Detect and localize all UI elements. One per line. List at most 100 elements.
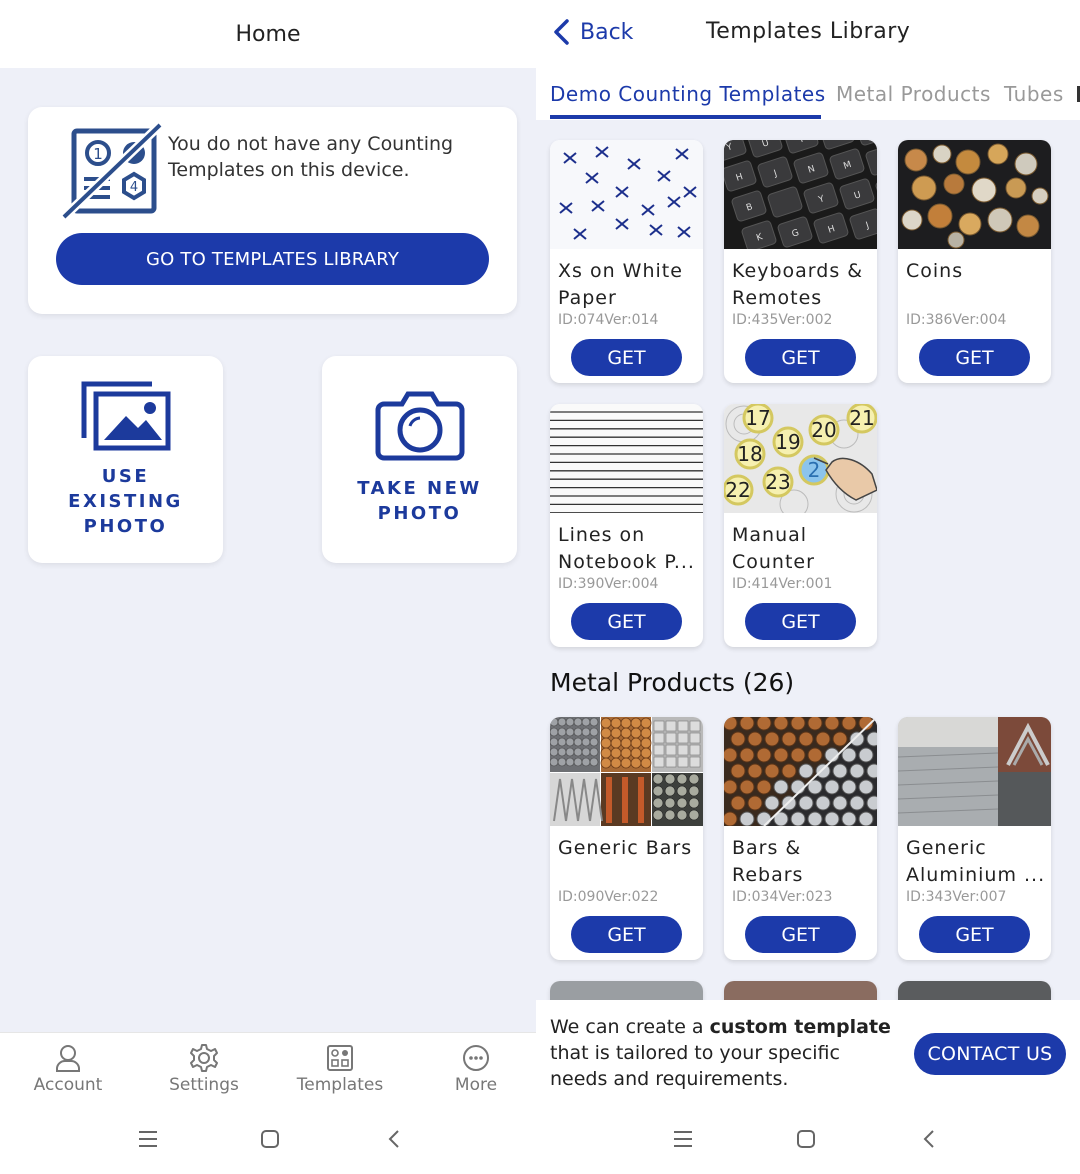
template-card: 17 20 21 19 18 22 23 2 Manual Counter ID:414Ver…: [724, 404, 877, 647]
page-title: Home: [235, 21, 301, 47]
aluminium-thumbnail: [898, 717, 1051, 826]
templates-scroll-area[interactable]: Xs on White Paper ID:074Ver:014 GET YUIK…: [536, 120, 1080, 1000]
contact-us-button[interactable]: CONTACT US: [914, 1033, 1066, 1075]
template-name: Coins: [906, 260, 964, 282]
template-id: ID:414Ver:001: [732, 576, 833, 592]
svg-text:21: 21: [849, 406, 874, 430]
template-id: ID:343Ver:007: [906, 889, 1007, 905]
template-card: Xs on White Paper ID:074Ver:014 GET: [550, 140, 703, 383]
empty-templates-card: 1 4 You do not have any Counting Templat…: [28, 107, 517, 314]
system-navigation-bar: [0, 1108, 536, 1174]
category-tabs: Demo Counting Templates Metal Products T…: [536, 68, 1080, 120]
get-button[interactable]: GET: [571, 603, 682, 640]
svg-text:18: 18: [737, 442, 762, 466]
tab-metal-products[interactable]: Metal Products: [836, 82, 991, 106]
template-id: ID:390Ver:004: [558, 576, 659, 592]
footer-text-bold: custom template: [709, 1016, 891, 1038]
nav-account-label: Account: [33, 1075, 103, 1095]
camera-icon: [375, 391, 464, 461]
svg-text:20: 20: [811, 418, 836, 442]
svg-text:4: 4: [130, 180, 138, 195]
template-name: Generic Bars: [558, 837, 693, 859]
take-new-photo-label: TAKE NEW PHOTO: [357, 478, 482, 524]
get-button[interactable]: GET: [919, 339, 1030, 376]
empty-message: You do not have any Counting Templates o…: [168, 133, 454, 181]
metal-products-section-title: Metal Products (26): [550, 668, 795, 697]
no-templates-icon: 1 4: [62, 123, 162, 219]
templates-library-screen: Back Templates Library Demo Counting Tem…: [536, 0, 1080, 1174]
more-dots-icon: [463, 1045, 489, 1071]
template-card: [724, 981, 877, 1000]
go-to-templates-library-button[interactable]: GO TO TEMPLATES LIBRARY: [56, 233, 489, 285]
tab-demo-counting-templates[interactable]: Demo Counting Templates: [550, 82, 826, 106]
home-header: Home: [0, 0, 536, 68]
back-system-icon[interactable]: [918, 1128, 940, 1150]
bars-collage-thumbnail: [550, 717, 703, 826]
nav-account[interactable]: Account: [13, 1043, 123, 1095]
templates-grid-icon: [327, 1045, 353, 1071]
nav-more[interactable]: More: [421, 1043, 531, 1095]
template-card: Generic Bars ID:090Ver:022 GET: [550, 717, 703, 960]
recent-apps-icon[interactable]: [137, 1128, 159, 1150]
template-card: Generic Aluminium ... ID:343Ver:007 GET: [898, 717, 1051, 960]
get-button[interactable]: GET: [745, 339, 856, 376]
nav-templates[interactable]: Templates: [285, 1043, 395, 1095]
template-id: ID:090Ver:022: [558, 889, 659, 905]
template-id: ID:074Ver:014: [558, 312, 659, 328]
page-title: Templates Library: [706, 19, 911, 44]
rebars-thumbnail: [724, 717, 877, 826]
person-icon: [56, 1045, 80, 1072]
template-card: [898, 981, 1051, 1000]
template-name: Lines on Notebook P...: [558, 524, 695, 573]
template-id: ID:386Ver:004: [906, 312, 1007, 328]
template-thumbnail: [724, 981, 877, 1000]
recent-apps-icon[interactable]: [672, 1128, 694, 1150]
library-header: Back Templates Library: [536, 0, 1080, 68]
back-system-icon[interactable]: [383, 1128, 405, 1150]
back-label: Back: [580, 19, 634, 45]
svg-text:19: 19: [775, 430, 800, 454]
use-existing-photo-label: USE EXISTING PHOTO: [68, 466, 183, 537]
use-existing-photo-tile[interactable]: USE EXISTING PHOTO: [28, 356, 223, 563]
gear-icon: [190, 1044, 218, 1072]
nav-settings-label: Settings: [169, 1075, 239, 1095]
back-button[interactable]: Back: [552, 18, 633, 46]
template-id: ID:034Ver:023: [732, 889, 833, 905]
active-tab-indicator: [550, 115, 821, 119]
svg-text:1: 1: [93, 145, 103, 163]
nav-settings[interactable]: Settings: [149, 1043, 259, 1095]
template-thumbnail: [898, 981, 1051, 1000]
get-button[interactable]: GET: [919, 916, 1030, 953]
footer-text-end: that is tailored to your specific needs …: [550, 1042, 840, 1090]
template-id: ID:435Ver:002: [732, 312, 833, 328]
svg-text:22: 22: [725, 478, 750, 502]
keyboard-thumbnail: YUIKGHJNMVBYUIKGHJN: [724, 140, 877, 249]
template-card: Coins ID:386Ver:004 GET: [898, 140, 1051, 383]
gallery-icon: [81, 381, 170, 451]
get-button[interactable]: GET: [745, 603, 856, 640]
template-card: [550, 981, 703, 1000]
get-button[interactable]: GET: [745, 916, 856, 953]
template-card: YUIKGHJNMVBYUIKGHJN Keyboards & Remotes …: [724, 140, 877, 383]
nav-templates-label: Templates: [296, 1075, 384, 1095]
template-name: Bars & Rebars: [732, 837, 804, 886]
svg-text:17: 17: [745, 406, 770, 430]
template-card: Lines on Notebook P... ID:390Ver:004 GET: [550, 404, 703, 647]
get-button[interactable]: GET: [571, 339, 682, 376]
custom-template-footer: We can create a custom template that is …: [536, 1000, 1080, 1108]
bottom-navigation: Account Settings Templates More: [0, 1032, 536, 1108]
take-new-photo-tile[interactable]: TAKE NEW PHOTO: [322, 356, 517, 563]
custom-template-message: We can create a custom template that is …: [550, 1014, 900, 1092]
footer-text-start: We can create a: [550, 1016, 710, 1038]
home-system-icon[interactable]: [259, 1128, 281, 1150]
chevron-left-icon: [554, 19, 569, 45]
get-button[interactable]: GET: [571, 916, 682, 953]
nav-more-label: More: [454, 1075, 498, 1095]
home-system-icon[interactable]: [795, 1128, 817, 1150]
svg-text:2: 2: [808, 458, 821, 482]
template-thumbnail: [550, 981, 703, 1000]
tab-tubes[interactable]: Tubes: [1004, 82, 1064, 106]
template-name: Generic Aluminium ...: [906, 837, 1046, 886]
template-name: Keyboards & Remotes: [732, 260, 864, 309]
manual-counter-thumbnail: 17 20 21 19 18 22 23 2: [724, 404, 877, 513]
